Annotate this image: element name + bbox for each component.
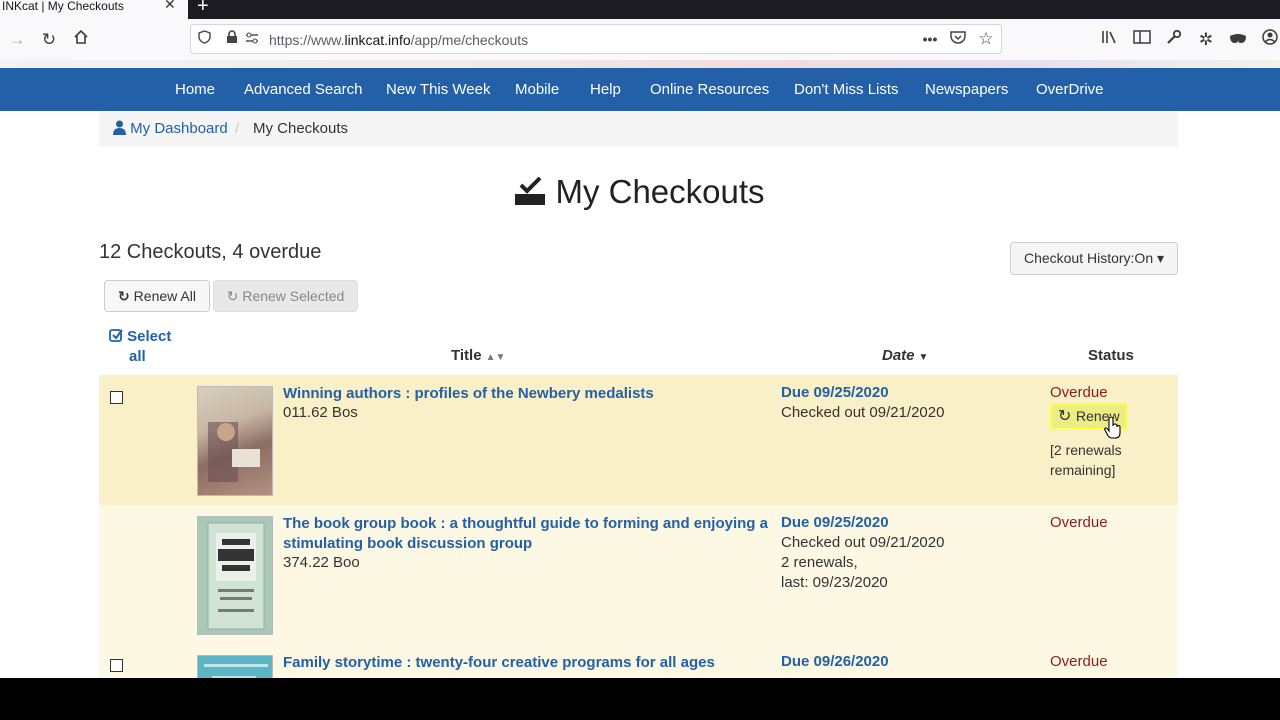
nav-advanced-search[interactable]: Advanced Search: [244, 81, 362, 98]
nav-home[interactable]: Home: [175, 81, 215, 98]
status-badge: Overdue: [1050, 653, 1108, 670]
browser-tab[interactable]: INKcat | My Checkouts ✕: [0, 0, 188, 19]
new-tab-icon[interactable]: +: [197, 0, 209, 16]
refresh-icon: ↻: [1058, 408, 1072, 425]
browser-toolbar: → ↻ https://www.linkcat.info/app/me/chec…: [0, 19, 1280, 60]
nav-overdrive[interactable]: OverDrive: [1036, 81, 1104, 98]
more-actions-icon[interactable]: •••: [921, 30, 939, 48]
bookmark-star-icon[interactable]: ☆: [977, 30, 995, 48]
url-prefix: https://www.: [269, 32, 345, 48]
renewal-count: 2 renewals,: [781, 554, 858, 571]
title-link[interactable]: Winning authors : profiles of the Newber…: [283, 384, 654, 404]
forward-icon[interactable]: →: [6, 29, 28, 51]
breadcrumb-separator: /: [235, 120, 240, 137]
checked-out-date: Checked out 09/21/2020: [781, 534, 945, 551]
nav-online-resources[interactable]: Online Resources: [650, 81, 769, 98]
book-cover-image[interactable]: [197, 386, 273, 496]
screen-bottom-bar: [0, 678, 1280, 720]
book-cover-image[interactable]: [197, 516, 273, 635]
nav-mobile[interactable]: Mobile: [515, 81, 559, 98]
close-icon[interactable]: ✕: [164, 0, 176, 11]
sort-icon: ▲▼: [485, 352, 506, 363]
status-badge: Overdue: [1050, 514, 1108, 531]
user-icon: [113, 120, 126, 135]
column-date-label: Date: [882, 347, 915, 364]
last-renewal-date: last: 09/23/2020: [781, 574, 888, 591]
column-header-date[interactable]: Date ▼: [882, 347, 928, 364]
call-number: 011.62 Bos: [283, 404, 358, 421]
reload-icon[interactable]: ↻: [38, 29, 60, 51]
due-date: Due 09/26/2020: [781, 653, 889, 670]
renew-all-label: Renew All: [133, 288, 196, 304]
shield-icon[interactable]: [195, 30, 213, 48]
sidebar-icon[interactable]: [1131, 29, 1153, 51]
renewals-remaining: [2 renewals remaining]: [1050, 440, 1150, 480]
title-link[interactable]: Family storytime : twenty-four creative …: [283, 653, 715, 673]
status-badge: Overdue: [1050, 384, 1108, 401]
url-bar[interactable]: https://www.linkcat.info/app/me/checkout…: [190, 24, 1002, 54]
checkout-summary: 12 Checkouts, 4 overdue: [99, 241, 322, 263]
url-text[interactable]: https://www.linkcat.info/app/me/checkout…: [269, 32, 528, 48]
page-title: My Checkouts: [0, 173, 1280, 211]
refresh-icon: ↻: [226, 288, 239, 304]
nav-new-this-week[interactable]: New This Week: [386, 81, 490, 98]
table-row: Winning authors : profiles of the Newber…: [99, 375, 1178, 505]
refresh-icon: ↻: [118, 288, 130, 304]
nav-help[interactable]: Help: [590, 81, 621, 98]
library-icon[interactable]: [1099, 29, 1121, 51]
renewals-remaining-2: remaining]: [1050, 462, 1116, 478]
title-line-1: The book group book : a thoughtful guide…: [283, 515, 768, 532]
renew-all-button[interactable]: ↻ Renew All: [104, 280, 210, 312]
select-all-link[interactable]: Select all: [109, 327, 179, 367]
page-content: My Dashboard / My Checkouts My Checkouts…: [0, 111, 1280, 678]
url-domain: linkcat.info: [344, 32, 411, 48]
nav-newspapers[interactable]: Newspapers: [925, 81, 1008, 98]
permissions-icon[interactable]: [243, 30, 261, 48]
wrench-icon[interactable]: [1163, 29, 1185, 51]
header-banner-strip: [0, 60, 1280, 68]
table-row: The book group book : a thoughtful guide…: [99, 505, 1178, 644]
renew-selected-label: Renew Selected: [242, 288, 345, 304]
site-nav: Home Advanced Search New This Week Mobil…: [0, 68, 1280, 111]
book-cover-image[interactable]: [197, 655, 273, 678]
breadcrumb-current: My Checkouts: [253, 120, 349, 137]
url-path: /app/me/checkouts: [410, 32, 529, 48]
account-icon[interactable]: [1259, 29, 1280, 51]
hand-cursor-icon: [1104, 417, 1121, 439]
due-date: Due 09/25/2020: [781, 384, 889, 401]
nav-dont-miss-lists[interactable]: Don't Miss Lists: [794, 81, 899, 98]
renewals-remaining-1: [2 renewals: [1050, 442, 1122, 458]
column-header-title[interactable]: Title ▲▼: [451, 347, 505, 364]
home-icon[interactable]: [70, 29, 92, 51]
lock-icon[interactable]: [223, 30, 241, 48]
due-date: Due 09/25/2020: [781, 514, 889, 531]
browser-tab-bar: INKcat | My Checkouts ✕ +: [0, 0, 1280, 19]
checked-out-date: Checked out 09/21/2020: [781, 404, 945, 421]
title-link[interactable]: The book group book : a thoughtful guide…: [283, 514, 768, 554]
call-number: 374.22 Boo: [283, 554, 360, 571]
column-header-status: Status: [1088, 347, 1134, 364]
renew-selected-button[interactable]: ↻ Renew Selected: [213, 280, 358, 312]
column-title-label: Title: [451, 347, 482, 364]
select-all-label-1: Select: [127, 328, 172, 345]
sort-descending-icon: ▼: [918, 352, 929, 363]
checkbox-checked-icon: [109, 329, 123, 342]
tab-title: INKcat | My Checkouts: [2, 0, 124, 13]
breadcrumb: My Dashboard / My Checkouts: [99, 111, 1178, 147]
page-title-text: My Checkouts: [555, 173, 765, 210]
row-checkbox[interactable]: [110, 391, 123, 404]
settings-gear-icon[interactable]: ✲: [1195, 29, 1217, 51]
checkout-history-dropdown[interactable]: Checkout History:On ▾: [1010, 242, 1178, 275]
breadcrumb-dashboard-label: My Dashboard: [130, 120, 228, 137]
row-checkbox[interactable]: [110, 659, 123, 672]
mask-icon[interactable]: [1227, 29, 1249, 51]
pocket-icon[interactable]: [949, 30, 967, 48]
table-row: Family storytime : twenty-four creative …: [99, 644, 1178, 678]
select-all-label-2: all: [129, 348, 146, 365]
title-line-2: stimulating book discussion group: [283, 535, 533, 552]
checkout-check-icon: [515, 176, 546, 205]
breadcrumb-dashboard-link[interactable]: My Dashboard: [113, 120, 228, 137]
